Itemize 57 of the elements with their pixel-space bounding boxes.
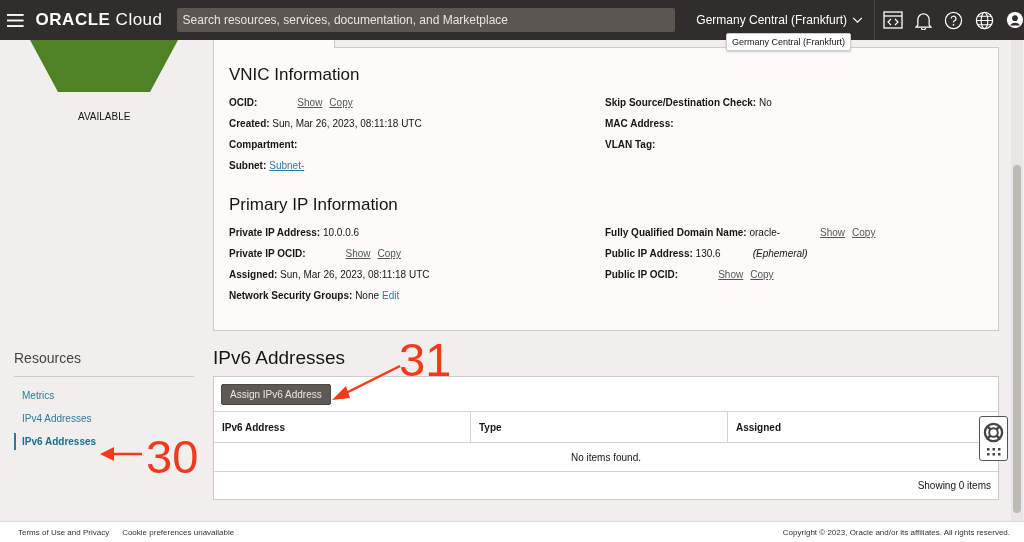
footer-link[interactable]: Terms of Use and Privacy — [18, 528, 110, 537]
help-widget[interactable] — [979, 416, 1008, 461]
section-heading: VNIC Information — [229, 65, 361, 85]
resources-heading: Resources — [14, 350, 82, 366]
logo-text[interactable]: ORACLE Cloud — [35, 10, 163, 30]
bell-icon[interactable] — [915, 10, 932, 30]
action-link[interactable]: Copy — [852, 227, 876, 238]
code-editor-icon[interactable] — [883, 11, 903, 29]
detail-text: Private IP Address: 10.0.0.6 — [229, 227, 360, 238]
item-count: Showing 0 items — [917, 480, 991, 491]
chevron-down-icon — [852, 16, 863, 24]
column-header: Type — [471, 412, 728, 442]
action-link[interactable]: Copy — [329, 97, 353, 108]
assign-button[interactable]: Assign IPv6 Address — [221, 383, 331, 405]
detail-text: Network Security Groups: None — [229, 290, 380, 301]
detail-text: Created: Sun, Mar 26, 2023, 08:11:18 UTC — [229, 118, 422, 129]
detail-text: Public IP Address: 130.6 — [605, 248, 721, 259]
annotation-number: 31 — [399, 336, 452, 383]
column-header: IPv6 Address — [214, 412, 471, 442]
detail-text: Public IP OCID: — [605, 269, 679, 280]
section-heading: IPv6 Addresses — [213, 347, 346, 369]
action-link[interactable]: Show — [718, 269, 744, 280]
detail-text: MAC Address: — [605, 118, 674, 129]
detail-text: Fully Qualified Domain Name: oracle- — [605, 227, 781, 238]
action-link[interactable]: Copy — [377, 248, 401, 259]
action-link[interactable]: Copy — [750, 269, 774, 280]
lifebuoy-icon[interactable] — [983, 421, 1004, 443]
user-avatar-icon[interactable] — [1006, 11, 1024, 29]
globe-icon[interactable] — [975, 10, 994, 30]
detail-text: VLAN Tag: — [605, 139, 656, 150]
scrollbar[interactable] — [1011, 40, 1023, 521]
detail-text: Compartment: — [229, 139, 298, 150]
footer-link[interactable]: Cookie preferences unavailable — [122, 528, 235, 537]
action-link[interactable]: Show — [820, 227, 846, 238]
section-heading: Primary IP Information — [229, 195, 399, 215]
detail-text: Subnet: — [229, 160, 267, 171]
column-header: Assigned — [735, 420, 782, 435]
status-text: AVAILABLE — [78, 111, 131, 122]
ip-type-text: (Ephemeral) — [752, 248, 808, 259]
detail-text: Assigned: Sun, Mar 26, 2023, 08:11:18 UTC — [229, 269, 430, 280]
action-link[interactable]: Show — [345, 248, 371, 259]
resource-link[interactable]: Metrics — [14, 387, 194, 404]
grid-dots-icon[interactable] — [986, 447, 1001, 456]
edit-link[interactable]: Edit — [382, 290, 400, 301]
search-field[interactable]: Search resources, services, documentation, and Marketplace — [176, 8, 676, 32]
resource-link[interactable]: IPv4 Addresses — [14, 410, 194, 427]
help-icon[interactable] — [944, 10, 963, 30]
subnet-link[interactable]: Subnet- — [269, 160, 305, 171]
detail-text: OCID: — [229, 97, 258, 108]
detail-text: Private IP OCID: — [229, 248, 306, 259]
detail-text: Skip Source/Destination Check: No — [605, 97, 772, 108]
menu-icon[interactable] — [7, 13, 24, 27]
tooltip: Germany Central (Frankfurt) — [726, 33, 852, 51]
action-link[interactable]: Show — [297, 97, 323, 108]
empty-message: No items found. — [570, 451, 641, 463]
annotation-arrow — [100, 446, 142, 462]
copyright-text: Copyright © 2023, Oracle and/or its affiliates. All rights reserved. — [782, 528, 1010, 537]
